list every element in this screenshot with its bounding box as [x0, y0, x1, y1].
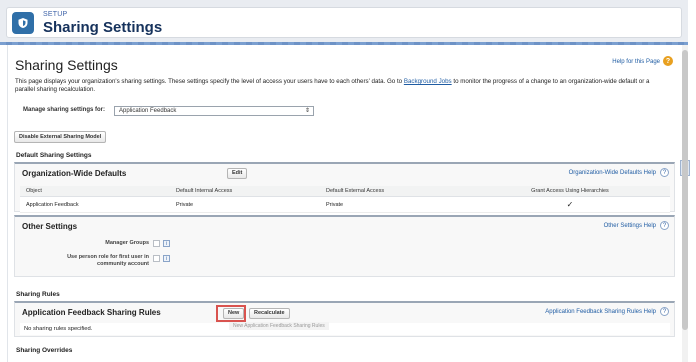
- scrollbar-thumb[interactable]: [682, 50, 688, 330]
- cell-internal-access: Private: [170, 196, 320, 213]
- info-icon[interactable]: i: [163, 240, 170, 247]
- edit-button[interactable]: Edit: [227, 168, 248, 179]
- recalculate-button[interactable]: Recalculate: [249, 308, 290, 319]
- column-header: Object: [20, 186, 170, 197]
- manage-settings-label: Manage sharing settings for:: [23, 107, 106, 113]
- owd-help-link[interactable]: Organization-Wide Defaults Help: [569, 170, 656, 176]
- chevron-down-icon: ⇕: [304, 108, 310, 114]
- help-icon[interactable]: ?: [663, 56, 673, 66]
- person-role-label: Use person role for first user in commun…: [35, 254, 149, 268]
- sharing-rules-label: Sharing Rules: [16, 291, 60, 298]
- object-select[interactable]: Application Feedback ⇕: [114, 106, 314, 116]
- page-title: Sharing Settings: [15, 57, 118, 73]
- app-frame: SETUP Sharing Settings Sharing Settings …: [0, 0, 690, 362]
- table-header-row: Object Default Internal Access Default E…: [20, 186, 670, 197]
- owd-title: Organization-Wide Defaults: [22, 169, 127, 178]
- sharing-rules-title: Application Feedback Sharing Rules: [22, 308, 161, 317]
- info-icon[interactable]: i: [163, 255, 170, 262]
- manager-groups-checkbox[interactable]: [153, 240, 160, 247]
- intro-text-start: This page displays your organization's s…: [15, 78, 404, 85]
- person-role-checkbox[interactable]: [153, 255, 160, 262]
- disable-external-sharing-button[interactable]: Disable External Sharing Model: [14, 131, 107, 143]
- question-icon[interactable]: ?: [660, 168, 669, 177]
- owd-table: Object Default Internal Access Default E…: [20, 186, 670, 213]
- object-select-value: Application Feedback: [119, 108, 177, 114]
- other-settings-pane: Other Settings Other Settings Help ? Man…: [14, 215, 675, 277]
- header-title: Sharing Settings: [43, 19, 163, 36]
- highlight-box: [216, 305, 246, 322]
- column-header: Default External Access: [320, 186, 470, 197]
- sharing-overrides-label: Sharing Overrides: [16, 347, 73, 354]
- sharing-rules-help-link[interactable]: Application Feedback Sharing Rules Help: [545, 309, 656, 315]
- column-header: Default Internal Access: [170, 186, 320, 197]
- help-for-page-link[interactable]: Help for this Page: [612, 59, 660, 65]
- main-content: Sharing Settings Help for this Page ? Th…: [7, 45, 690, 362]
- new-button-tooltip: New Application Feedback Sharing Rules: [229, 322, 329, 330]
- header-eyebrow: SETUP: [43, 11, 68, 18]
- other-settings-title: Other Settings: [22, 222, 78, 231]
- manager-groups-label: Manager Groups: [105, 240, 149, 246]
- cell-object: Application Feedback: [20, 196, 170, 213]
- setup-header: SETUP Sharing Settings: [6, 7, 682, 38]
- shield-icon: [12, 12, 34, 34]
- table-row: Application Feedback Private Private ✓: [20, 196, 670, 213]
- cell-external-access: Private: [320, 196, 470, 213]
- intro-text: This page displays your organization's s…: [15, 78, 657, 94]
- column-header: Grant Access Using Hierarchies: [470, 186, 670, 197]
- question-icon[interactable]: ?: [660, 307, 669, 316]
- background-jobs-link[interactable]: Background Jobs: [404, 78, 452, 85]
- sharing-rules-pane: Application Feedback Sharing Rules New R…: [14, 301, 675, 337]
- default-sharing-settings-label: Default Sharing Settings: [16, 152, 92, 159]
- other-settings-help-link[interactable]: Other Settings Help: [604, 223, 656, 229]
- person-role-label-line1: Use person role for first user in: [67, 254, 149, 260]
- person-role-label-line2: community account: [97, 261, 149, 267]
- no-rules-message: No sharing rules specified.: [20, 323, 670, 335]
- question-icon[interactable]: ?: [660, 221, 669, 230]
- checkmark-icon: ✓: [470, 196, 670, 213]
- owd-pane: Organization-Wide Defaults Edit Organiza…: [14, 162, 675, 213]
